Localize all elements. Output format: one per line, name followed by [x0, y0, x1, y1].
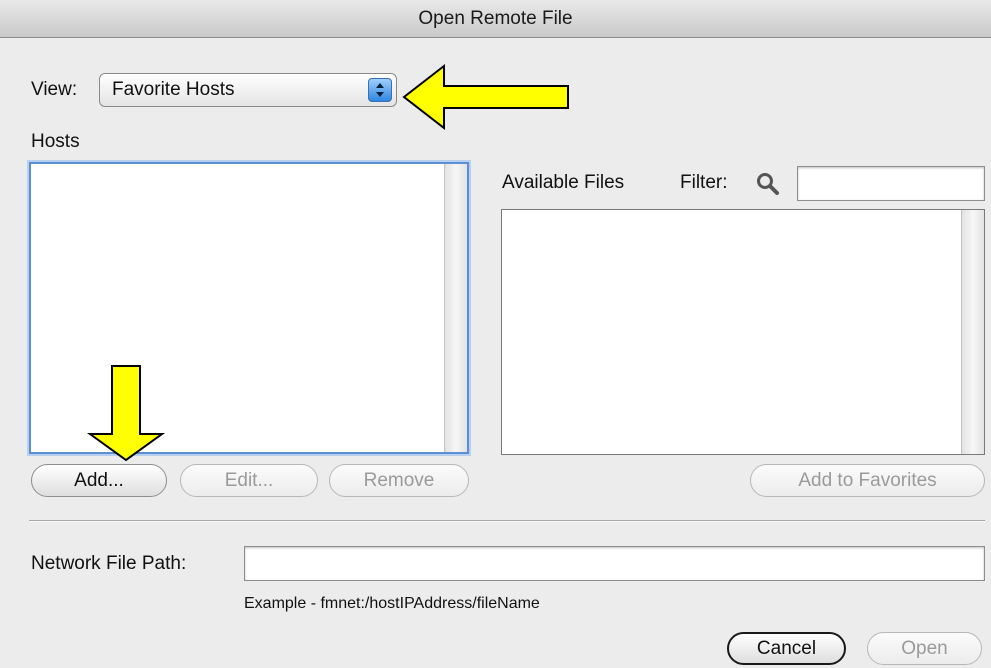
available-files-list[interactable] — [501, 209, 985, 455]
hosts-scrollbar[interactable] — [444, 164, 467, 452]
files-scrollbar[interactable] — [961, 210, 984, 454]
remove-button[interactable]: Remove — [329, 464, 469, 497]
view-popup[interactable]: Favorite Hosts — [99, 73, 397, 107]
edit-button[interactable]: Edit... — [180, 464, 318, 497]
arrow-left-annotation-icon — [402, 63, 569, 131]
network-path-example: Example - fmnet:/hostIPAddress/fileName — [244, 595, 540, 612]
filter-input[interactable] — [797, 166, 985, 201]
arrow-down-shape — [86, 365, 166, 462]
available-files-label: Available Files — [502, 172, 625, 193]
hosts-label: Hosts — [31, 131, 80, 152]
search-icon — [757, 173, 779, 195]
popup-stepper-icon — [368, 78, 392, 102]
arrow-left-shape — [402, 63, 569, 131]
arrow-down-annotation-icon — [86, 365, 166, 462]
network-file-path-input[interactable] — [244, 546, 985, 581]
view-popup-value: Favorite Hosts — [112, 79, 235, 100]
cancel-button[interactable]: Cancel — [727, 632, 846, 665]
network-file-path-label: Network File Path: — [31, 553, 187, 574]
add-button[interactable]: Add... — [31, 464, 167, 497]
window-title: Open Remote File — [0, 0, 991, 38]
filter-label: Filter: — [680, 172, 728, 193]
open-button[interactable]: Open — [867, 632, 982, 665]
view-label: View: — [31, 79, 78, 100]
add-to-favorites-button[interactable]: Add to Favorites — [750, 464, 985, 497]
separator — [29, 520, 985, 522]
